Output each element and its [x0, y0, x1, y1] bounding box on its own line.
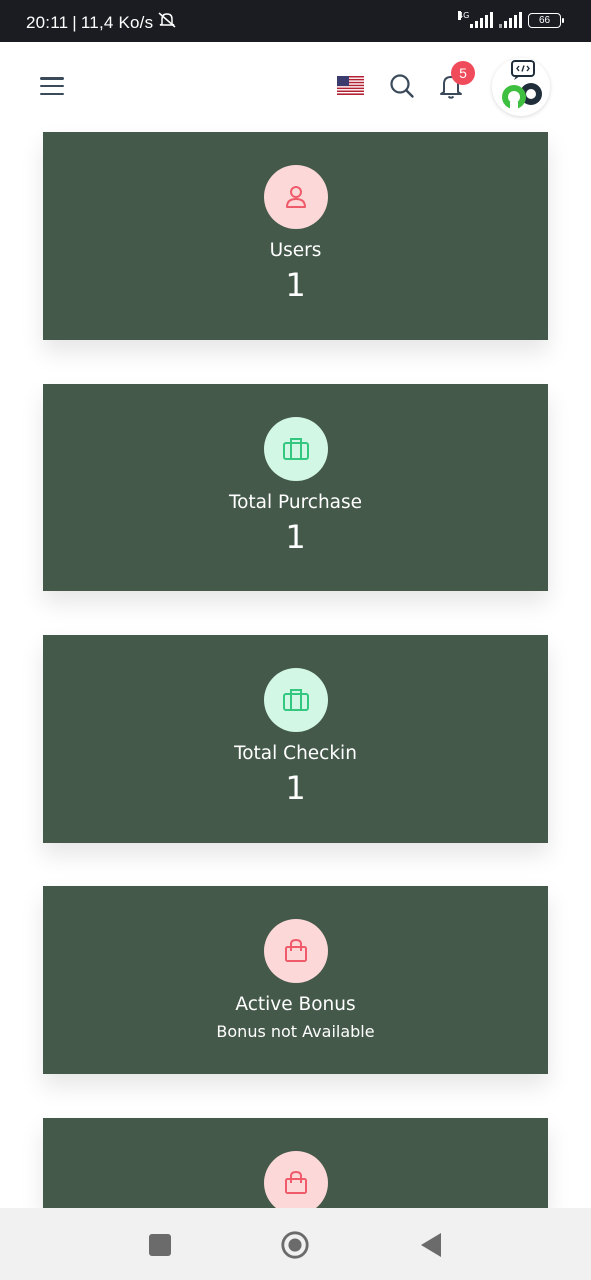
search-icon[interactable] [389, 73, 415, 99]
user-icon [264, 165, 328, 229]
card-value: Bonus not Available [216, 1022, 375, 1041]
card-active-bonus[interactable]: Active Bonus Bonus not Available [43, 886, 548, 1074]
notification-badge: 5 [451, 61, 475, 85]
status-time: 20:11 [26, 12, 69, 32]
card-value: 1 [285, 769, 306, 807]
app-header: 5 [0, 42, 591, 132]
back-button[interactable] [416, 1230, 446, 1260]
us-flag-icon[interactable] [337, 76, 364, 95]
card-value: 1 [285, 518, 306, 556]
status-left: 20:11 | 11,4 Ko/s [26, 11, 177, 34]
avatar[interactable] [492, 58, 550, 116]
battery-level: 66 [538, 14, 551, 26]
status-right: 4G 66 [458, 11, 564, 28]
battery-icon: 66 [528, 12, 564, 28]
network-label: 4G [458, 11, 470, 20]
card-total-purchase[interactable]: Total Purchase 1 [43, 384, 548, 591]
signal-icon [499, 12, 522, 28]
card-value: 1 [285, 266, 306, 304]
status-bar: 20:11 | 11,4 Ko/s 4G 66 [0, 0, 591, 42]
shopping-bag-icon [264, 919, 328, 983]
status-speed: 11,4 Ko/s [80, 12, 154, 32]
card-label: Active Bonus [235, 994, 356, 1015]
briefcase-icon [264, 668, 328, 732]
card-partial[interactable] [43, 1118, 548, 1208]
card-users[interactable]: Users 1 [43, 132, 548, 340]
briefcase-icon [264, 417, 328, 481]
muted-bell-icon [157, 11, 177, 34]
menu-icon[interactable] [40, 77, 64, 95]
recents-button[interactable] [145, 1230, 175, 1260]
status-separator: | [72, 12, 77, 32]
card-label: Users [269, 240, 322, 261]
card-label: Total Checkin [234, 743, 357, 764]
system-nav-bar [0, 1208, 591, 1280]
card-total-checkin[interactable]: Total Checkin 1 [43, 635, 548, 843]
home-button[interactable] [280, 1230, 310, 1260]
card-label: Total Purchase [228, 492, 363, 513]
signal-4g-icon: 4G [458, 11, 493, 28]
shopping-bag-icon [264, 1151, 328, 1208]
